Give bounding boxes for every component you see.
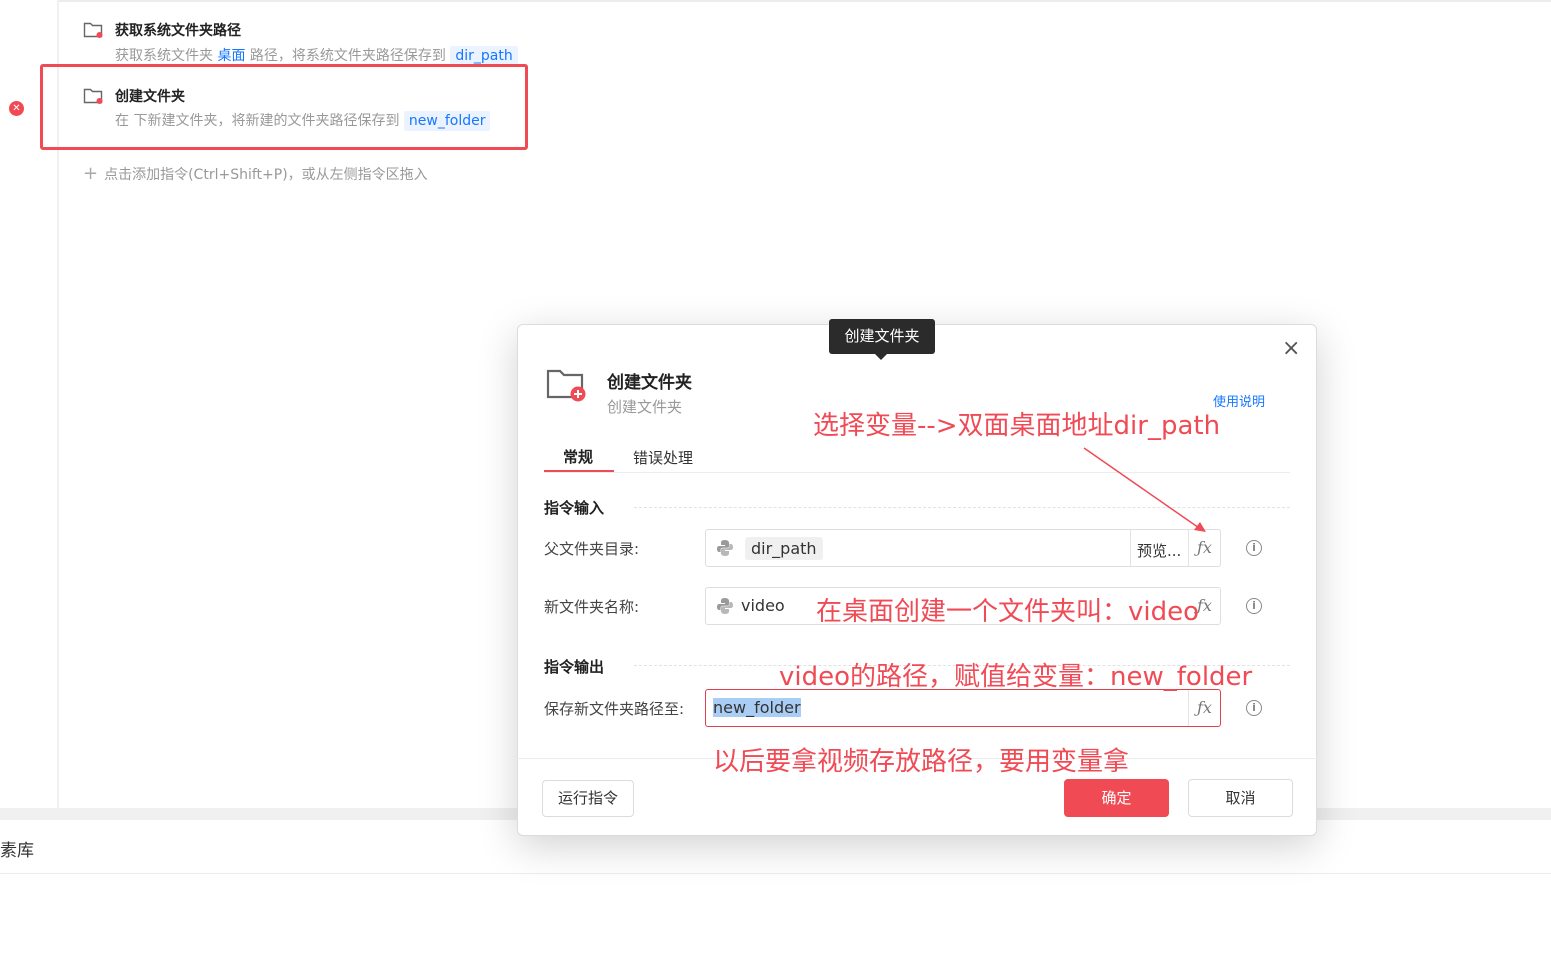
info-icon[interactable]: i <box>1246 598 1262 614</box>
error-icon: ✕ <box>9 101 24 116</box>
ok-button[interactable]: 确定 <box>1064 779 1169 817</box>
desc-text: 在 下新建文件夹，将新建的文件夹路径保存到 <box>115 113 400 129</box>
step-description: 在 下新建文件夹，将新建的文件夹路径保存到 new_folder <box>115 110 491 131</box>
save-path-value: new_folder <box>713 698 801 717</box>
step-title: 创建文件夹 <box>115 89 185 105</box>
new-folder-name-label: 新文件夹名称: <box>544 598 640 616</box>
folder-icon <box>83 22 103 38</box>
variable-chip[interactable]: dir_path <box>450 46 518 66</box>
folder-add-icon <box>83 88 103 104</box>
info-icon[interactable]: i <box>1246 540 1262 556</box>
add-command-hint[interactable]: + 点击添加指令(Ctrl+Shift+P)，或从左侧指令区拖入 <box>83 163 428 184</box>
bottom-divider <box>0 873 1551 874</box>
dialog-title: 创建文件夹 <box>607 373 692 393</box>
tab-general[interactable]: 常规 <box>563 446 593 467</box>
section-output: 指令输出 <box>544 658 605 676</box>
dialog-folder-icon <box>546 367 588 407</box>
help-link[interactable]: 使用说明 <box>1213 391 1265 410</box>
annotation-arrow <box>1083 447 1206 532</box>
close-icon[interactable]: × <box>1282 338 1300 360</box>
fx-icon[interactable]: ƒx <box>1197 538 1212 557</box>
fx-icon[interactable]: ƒx <box>1197 698 1212 717</box>
add-hint-text: 点击添加指令(Ctrl+Shift+P)，或从左侧指令区拖入 <box>104 167 428 183</box>
tooltip: 创建文件夹 <box>829 319 935 354</box>
annotation-create-video: 在桌面创建一个文件夹叫：video <box>816 597 1200 627</box>
preview-button[interactable]: 预览... <box>1137 540 1181 561</box>
dialog-subtitle: 创建文件夹 <box>607 398 683 416</box>
new-folder-name-value: video <box>741 596 785 615</box>
annotation-assign-variable: video的路径，赋值给变量：new_folder <box>779 662 1253 692</box>
cancel-button[interactable]: 取消 <box>1188 779 1293 817</box>
variable-chip[interactable]: new_folder <box>403 111 491 131</box>
step-get-folder[interactable] <box>83 20 105 44</box>
step-title: 获取系统文件夹路径 <box>115 23 241 39</box>
highlight-box <box>40 64 528 150</box>
python-icon <box>717 598 733 614</box>
save-path-label: 保存新文件夹路径至: <box>544 700 685 718</box>
tooltip-arrow <box>875 354 887 360</box>
info-icon[interactable]: i <box>1246 700 1262 716</box>
step-description: 获取系统文件夹 桌面 路径，将系统文件夹路径保存到 dir_path <box>115 45 518 66</box>
annotation-select-variable: 选择变量-->双面桌面地址dir_path <box>813 411 1221 441</box>
top-divider <box>57 0 1551 2</box>
parent-folder-label: 父文件夹目录: <box>544 540 640 558</box>
input-separator <box>1188 690 1189 726</box>
section-input: 指令输入 <box>544 499 605 517</box>
desktop-link[interactable]: 桌面 <box>217 48 245 64</box>
variable-chip[interactable]: dir_path <box>745 537 823 560</box>
desc-text: 获取系统文件夹 <box>115 48 213 64</box>
bottom-tab[interactable]: 素库 <box>0 836 34 861</box>
step-create-folder[interactable] <box>83 86 105 110</box>
tab-error-handling[interactable]: 错误处理 <box>633 447 693 468</box>
run-command-button[interactable]: 运行指令 <box>542 780 634 817</box>
fx-icon[interactable]: ƒx <box>1197 596 1212 615</box>
plus-icon: + <box>83 163 99 184</box>
python-icon <box>717 540 733 556</box>
annotation-use-variable: 以后要拿视频存放路径，要用变量拿 <box>713 747 1130 777</box>
desc-text: 路径，将系统文件夹路径保存到 <box>249 48 446 64</box>
